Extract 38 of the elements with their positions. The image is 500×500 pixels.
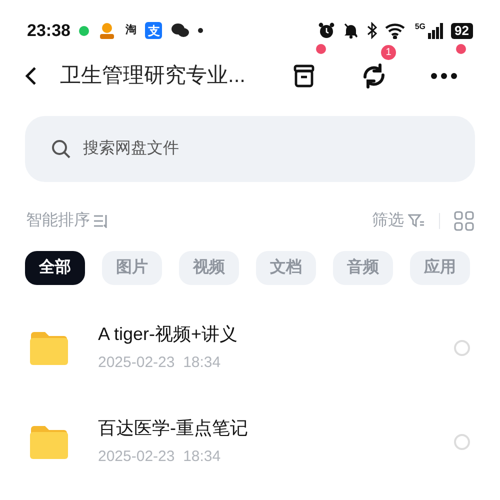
category-tab[interactable]: 全部 (25, 251, 85, 285)
battery-indicator: 92 (450, 22, 473, 38)
grid-view-icon[interactable] (454, 211, 474, 231)
chat-icon (171, 23, 190, 38)
search-field[interactable]: 搜索网盘文件 (25, 116, 475, 182)
filter-button[interactable]: 筛选 (372, 209, 425, 233)
mute-icon (342, 22, 359, 39)
file-name: 百达医学-重点笔记 (98, 417, 248, 440)
bluetooth-icon (366, 22, 377, 39)
category-tab[interactable]: 音频 (333, 251, 393, 285)
file-date: 2025-02-23 18:34 (98, 447, 222, 468)
category-tab[interactable]: 应用 (410, 251, 470, 285)
wifi-icon (384, 22, 407, 39)
select-radio[interactable] (454, 340, 470, 356)
more-icon (430, 72, 458, 80)
clock: 23:38 (27, 20, 70, 42)
network-label: 5G (414, 22, 426, 30)
page-title: 卫生管理研究专业... (60, 63, 246, 90)
search-icon (51, 139, 71, 159)
folder-icon (29, 330, 69, 366)
alipay-icon: 支 (145, 22, 162, 39)
message-icon (79, 26, 90, 36)
signal-icon (428, 22, 443, 38)
taobao-icon: 淘 (125, 22, 136, 39)
folder-icon (29, 424, 69, 460)
sort-icon (93, 214, 109, 228)
file-date: 2025-02-23 18:34 (98, 353, 222, 374)
category-tab[interactable]: 图片 (102, 251, 162, 285)
dot-icon (198, 28, 204, 33)
count-badge: 1 (381, 45, 396, 60)
alarm-icon (318, 22, 335, 39)
category-tab[interactable]: 视频 (179, 251, 239, 285)
select-radio[interactable] (454, 434, 470, 450)
file-name: A tiger-视频+讲义 (98, 323, 238, 346)
category-tab[interactable]: 文档 (256, 251, 316, 285)
sort-button[interactable]: 智能排序 (26, 209, 109, 233)
filter-icon (408, 214, 425, 228)
back-icon[interactable] (24, 66, 38, 86)
